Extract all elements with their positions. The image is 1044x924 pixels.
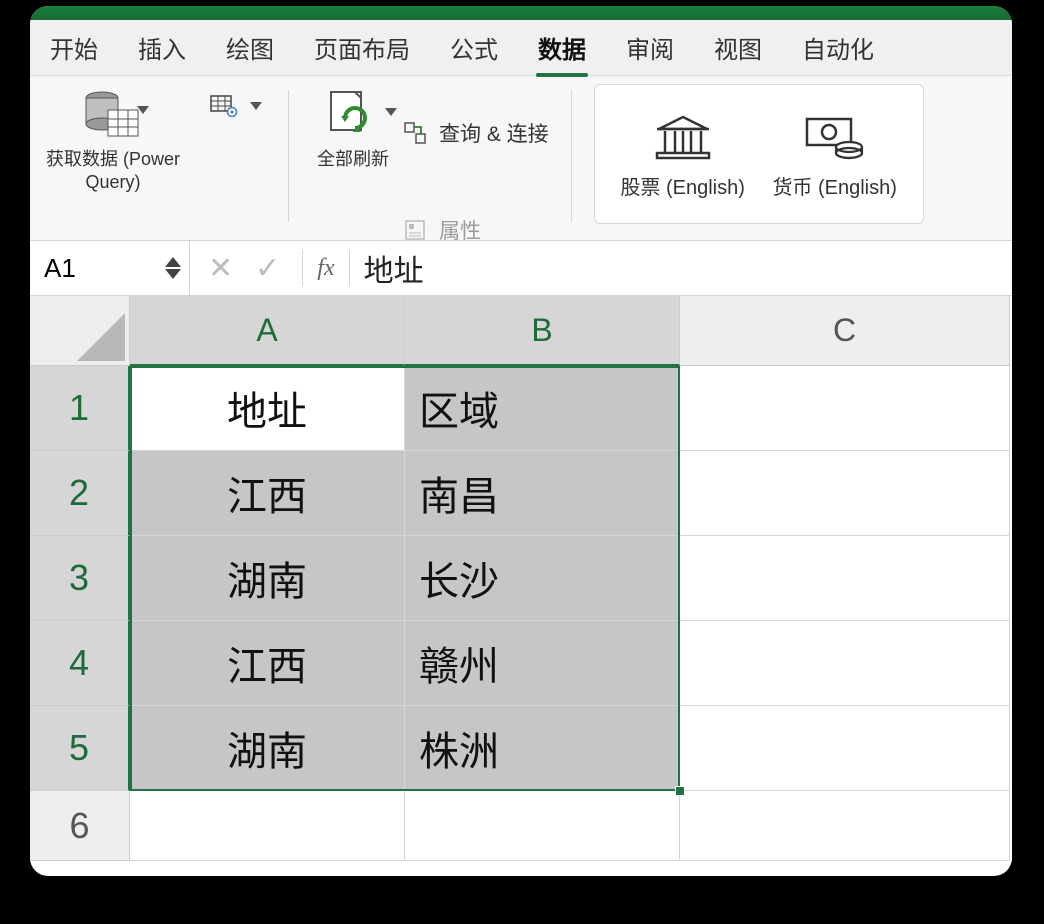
row-header-3[interactable]: 3 xyxy=(30,536,130,621)
tab-home[interactable]: 开始 xyxy=(48,24,100,71)
queries-icon xyxy=(401,119,429,147)
tab-data[interactable]: 数据 xyxy=(536,24,588,71)
queries-connections-label: 查询 & 连接 xyxy=(439,118,549,148)
cell-c3[interactable] xyxy=(680,536,1010,621)
queries-connections-button[interactable]: 查询 & 连接 xyxy=(401,90,549,175)
currencies-label: 货币 (English) xyxy=(772,171,896,200)
titlebar xyxy=(30,6,1012,20)
formula-input[interactable] xyxy=(354,241,1012,295)
cell-b1[interactable]: 区域 xyxy=(405,366,680,451)
tab-layout[interactable]: 页面布局 xyxy=(312,24,412,71)
tab-automate[interactable]: 自动化 xyxy=(800,24,876,71)
cell-a4[interactable]: 江西 xyxy=(130,621,405,706)
cell-c5[interactable] xyxy=(680,706,1010,791)
cell-c4[interactable] xyxy=(680,621,1010,706)
name-box-value: A1 xyxy=(44,253,76,284)
chevron-down-icon xyxy=(385,108,397,116)
bank-icon xyxy=(651,109,715,165)
database-icon xyxy=(77,86,149,146)
from-picture-button[interactable] xyxy=(206,90,266,122)
stocks-data-type[interactable]: 股票 (English) xyxy=(620,109,744,200)
col-header-c[interactable]: C xyxy=(680,296,1010,366)
cell-b6[interactable] xyxy=(405,791,680,861)
spreadsheet-grid[interactable]: A B C 1 地址 区域 2 江西 南昌 3 湖南 长沙 4 江西 赣州 xyxy=(30,296,1012,861)
currencies-data-type[interactable]: 货币 (English) xyxy=(772,109,896,200)
get-data-label: 获取数据 (Power Query) xyxy=(44,148,182,193)
col-header-a[interactable]: A xyxy=(130,296,405,366)
cell-b2[interactable]: 南昌 xyxy=(405,451,680,536)
tab-formulas[interactable]: 公式 xyxy=(448,24,500,71)
fill-handle[interactable] xyxy=(675,786,685,796)
ribbon: 获取数据 (Power Query) xyxy=(30,76,1012,241)
cell-b5[interactable]: 株洲 xyxy=(405,706,680,791)
name-box[interactable]: A1 xyxy=(30,241,190,295)
chevron-down-icon xyxy=(250,102,262,110)
refresh-icon xyxy=(317,86,389,146)
chevron-down-icon xyxy=(137,106,149,114)
formula-bar: A1 ✕ ✓ fx xyxy=(30,241,1012,296)
row-header-2[interactable]: 2 xyxy=(30,451,130,536)
data-types-gallery[interactable]: 股票 (English) 货币 (English) xyxy=(594,84,924,224)
row-header-1[interactable]: 1 xyxy=(30,366,130,451)
select-all-corner[interactable] xyxy=(30,296,130,366)
cell-b4[interactable]: 赣州 xyxy=(405,621,680,706)
cell-a6[interactable] xyxy=(130,791,405,861)
cell-a1[interactable]: 地址 xyxy=(130,366,405,451)
name-box-stepper[interactable] xyxy=(165,257,181,279)
properties-label: 属性 xyxy=(439,215,481,245)
cell-c6[interactable] xyxy=(680,791,1010,861)
chevron-up-icon xyxy=(165,257,181,267)
stocks-label: 股票 (English) xyxy=(620,171,744,200)
from-picture-icon xyxy=(210,92,238,120)
tab-view[interactable]: 视图 xyxy=(712,24,764,71)
tab-review[interactable]: 审阅 xyxy=(624,24,676,71)
col-header-b[interactable]: B xyxy=(405,296,680,366)
ribbon-tabs: 开始 插入 绘图 页面布局 公式 数据 审阅 视图 自动化 xyxy=(30,20,1012,76)
currency-icon xyxy=(803,109,867,165)
excel-window: 开始 插入 绘图 页面布局 公式 数据 审阅 视图 自动化 xyxy=(30,6,1012,876)
enter-formula-button: ✓ xyxy=(255,251,280,286)
refresh-all-label: 全部刷新 xyxy=(317,148,389,171)
chevron-down-icon xyxy=(165,269,181,279)
row-header-6[interactable]: 6 xyxy=(30,791,130,861)
cell-b3[interactable]: 长沙 xyxy=(405,536,680,621)
cell-a2[interactable]: 江西 xyxy=(130,451,405,536)
fx-button[interactable]: fx xyxy=(307,255,344,282)
row-header-4[interactable]: 4 xyxy=(30,621,130,706)
refresh-all-button[interactable]: 全部刷新 xyxy=(311,82,395,175)
cell-c2[interactable] xyxy=(680,451,1010,536)
row-header-5[interactable]: 5 xyxy=(30,706,130,791)
cell-a5[interactable]: 湖南 xyxy=(130,706,405,791)
cell-c1[interactable] xyxy=(680,366,1010,451)
tab-draw[interactable]: 绘图 xyxy=(224,24,276,71)
tab-insert[interactable]: 插入 xyxy=(136,24,188,71)
get-data-button[interactable]: 获取数据 (Power Query) xyxy=(38,82,188,197)
cell-a3[interactable]: 湖南 xyxy=(130,536,405,621)
properties-icon xyxy=(401,216,429,244)
cancel-formula-button: ✕ xyxy=(208,251,233,286)
